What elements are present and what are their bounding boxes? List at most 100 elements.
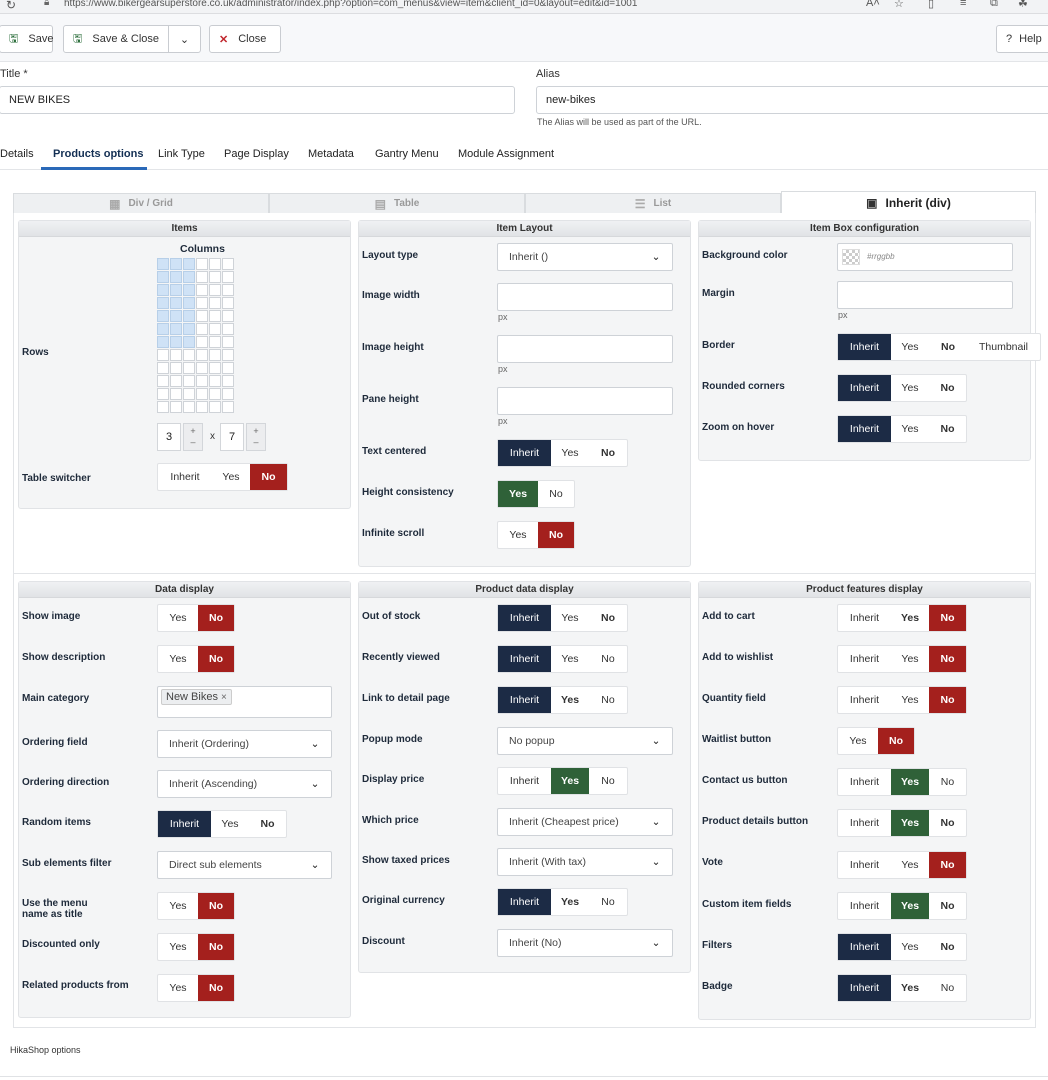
grid-cell[interactable] bbox=[222, 297, 234, 309]
color-swatch-icon[interactable] bbox=[842, 249, 860, 265]
grid-cell[interactable] bbox=[196, 284, 208, 296]
reload-icon[interactable]: ↻ bbox=[6, 0, 16, 12]
rows-stepper[interactable]: + – bbox=[183, 423, 203, 451]
waitlist-button-toggle[interactable]: Yes No bbox=[837, 727, 915, 755]
random-items-toggle[interactable]: Inherit Yes No bbox=[157, 810, 287, 838]
which-price-select[interactable]: Inherit (Cheapest price) ⌄ bbox=[497, 808, 673, 836]
zoom-on-hover-toggle[interactable]: Inherit Yes No bbox=[837, 415, 967, 443]
grid-cell[interactable] bbox=[209, 336, 221, 348]
custom-item-fields-toggle[interactable]: Inherit Yes No bbox=[837, 892, 967, 920]
grid-cell[interactable] bbox=[170, 362, 182, 374]
related-products-toggle[interactable]: Yes No bbox=[157, 974, 235, 1002]
tab-module-assignment[interactable]: Module Assignment bbox=[458, 148, 554, 160]
grid-cell[interactable] bbox=[183, 297, 195, 309]
collections-icon[interactable]: ⧉ bbox=[990, 0, 998, 10]
table-switcher-toggle[interactable]: Inherit Yes No bbox=[157, 463, 288, 491]
recently-viewed-toggle[interactable]: Inherit Yes No bbox=[497, 645, 628, 673]
ordering-field-select[interactable]: Inherit (Ordering) ⌄ bbox=[157, 730, 332, 758]
show-taxed-prices-select[interactable]: Inherit (With tax) ⌄ bbox=[497, 848, 673, 876]
grid-cell[interactable] bbox=[170, 336, 182, 348]
grid-cell[interactable] bbox=[222, 336, 234, 348]
grid-cell[interactable] bbox=[209, 310, 221, 322]
image-height-input[interactable] bbox=[497, 335, 673, 363]
grid-cell[interactable] bbox=[222, 401, 234, 413]
favorite-star-icon[interactable]: ☆ bbox=[894, 0, 904, 10]
infinite-scroll-toggle[interactable]: Yes No bbox=[497, 521, 575, 549]
grid-cell[interactable] bbox=[209, 258, 221, 270]
add-to-wishlist-toggle[interactable]: Inherit Yes No bbox=[837, 645, 967, 673]
text-centered-toggle[interactable]: Inherit Yes No bbox=[497, 439, 628, 467]
grid-cell[interactable] bbox=[196, 375, 208, 387]
layout-tab-inherit-div[interactable]: ▣ Inherit (div) bbox=[781, 191, 1036, 213]
out-of-stock-toggle[interactable]: Inherit Yes No bbox=[497, 604, 628, 632]
grid-cell[interactable] bbox=[183, 284, 195, 296]
grid-cell[interactable] bbox=[222, 375, 234, 387]
grid-cell[interactable] bbox=[222, 258, 234, 270]
tab-details[interactable]: Details bbox=[0, 148, 34, 160]
background-color-input[interactable] bbox=[837, 243, 1013, 271]
grid-cell[interactable] bbox=[183, 258, 195, 270]
grid-cell[interactable] bbox=[157, 336, 169, 348]
grid-cell[interactable] bbox=[170, 401, 182, 413]
grid-cell[interactable] bbox=[209, 271, 221, 283]
grid-cell[interactable] bbox=[196, 271, 208, 283]
grid-cell[interactable] bbox=[183, 349, 195, 361]
margin-input[interactable] bbox=[837, 281, 1013, 309]
discount-select[interactable]: Inherit (No) ⌄ bbox=[497, 929, 673, 957]
grid-cell[interactable] bbox=[196, 336, 208, 348]
show-description-toggle[interactable]: Yes No bbox=[157, 645, 235, 673]
border-toggle[interactable]: Inherit Yes No Thumbnail bbox=[837, 333, 1041, 361]
height-consistency-toggle[interactable]: Yes No bbox=[497, 480, 575, 508]
grid-cell[interactable] bbox=[196, 362, 208, 374]
grid-cell[interactable] bbox=[196, 310, 208, 322]
product-details-button-toggle[interactable]: Inherit Yes No bbox=[837, 809, 967, 837]
grid-cell[interactable] bbox=[196, 401, 208, 413]
grid-cell[interactable] bbox=[209, 375, 221, 387]
split-screen-icon[interactable]: ▯ bbox=[928, 0, 934, 10]
grid-cell[interactable] bbox=[157, 362, 169, 374]
grid-cell[interactable] bbox=[183, 271, 195, 283]
grid-cell[interactable] bbox=[157, 375, 169, 387]
vote-toggle[interactable]: Inherit Yes No bbox=[837, 851, 967, 879]
layout-tab-div-grid[interactable]: ▦ Div / Grid bbox=[13, 193, 269, 213]
grid-cell[interactable] bbox=[209, 284, 221, 296]
grid-cell[interactable] bbox=[170, 284, 182, 296]
grid-cell[interactable] bbox=[170, 258, 182, 270]
grid-cell[interactable] bbox=[209, 388, 221, 400]
url-text[interactable]: https://www.bikergearsuperstore.co.uk/ad… bbox=[64, 0, 637, 9]
grid-cell[interactable] bbox=[183, 401, 195, 413]
tab-link-type[interactable]: Link Type bbox=[158, 148, 205, 160]
grid-cell[interactable] bbox=[157, 310, 169, 322]
grid-cell[interactable] bbox=[183, 375, 195, 387]
chevron-down-icon[interactable]: ⌄ bbox=[168, 26, 200, 52]
popup-mode-select[interactable]: No popup ⌄ bbox=[497, 727, 673, 755]
quantity-field-toggle[interactable]: Inherit Yes No bbox=[837, 686, 967, 714]
grid-cell[interactable] bbox=[157, 349, 169, 361]
grid-cell[interactable] bbox=[170, 375, 182, 387]
grid-cell[interactable] bbox=[209, 362, 221, 374]
grid-cell[interactable] bbox=[222, 310, 234, 322]
columns-value-input[interactable]: 7 bbox=[220, 423, 244, 451]
contact-us-button-toggle[interactable]: Inherit Yes No bbox=[837, 768, 967, 796]
help-button[interactable]: ? Help bbox=[996, 25, 1048, 53]
grid-cell[interactable] bbox=[196, 388, 208, 400]
grid-cell[interactable] bbox=[170, 323, 182, 335]
grid-cell[interactable] bbox=[170, 297, 182, 309]
grid-cell[interactable] bbox=[222, 349, 234, 361]
tab-products-options[interactable]: Products options bbox=[53, 148, 143, 160]
grid-cell[interactable] bbox=[209, 297, 221, 309]
display-price-toggle[interactable]: Inherit Yes No bbox=[497, 767, 628, 795]
grid-cell[interactable] bbox=[157, 271, 169, 283]
grid-cell[interactable] bbox=[157, 323, 169, 335]
grid-cell[interactable] bbox=[196, 349, 208, 361]
ordering-direction-select[interactable]: Inherit (Ascending) ⌄ bbox=[157, 770, 332, 798]
grid-cell[interactable] bbox=[196, 323, 208, 335]
tab-gantry-menu[interactable]: Gantry Menu bbox=[375, 148, 439, 160]
grid-cell[interactable] bbox=[209, 349, 221, 361]
grid-cell[interactable] bbox=[209, 323, 221, 335]
grid-cell[interactable] bbox=[157, 297, 169, 309]
tab-metadata[interactable]: Metadata bbox=[308, 148, 354, 160]
columns-stepper[interactable]: + – bbox=[246, 423, 266, 451]
grid-cell[interactable] bbox=[183, 336, 195, 348]
show-image-toggle[interactable]: Yes No bbox=[157, 604, 235, 632]
